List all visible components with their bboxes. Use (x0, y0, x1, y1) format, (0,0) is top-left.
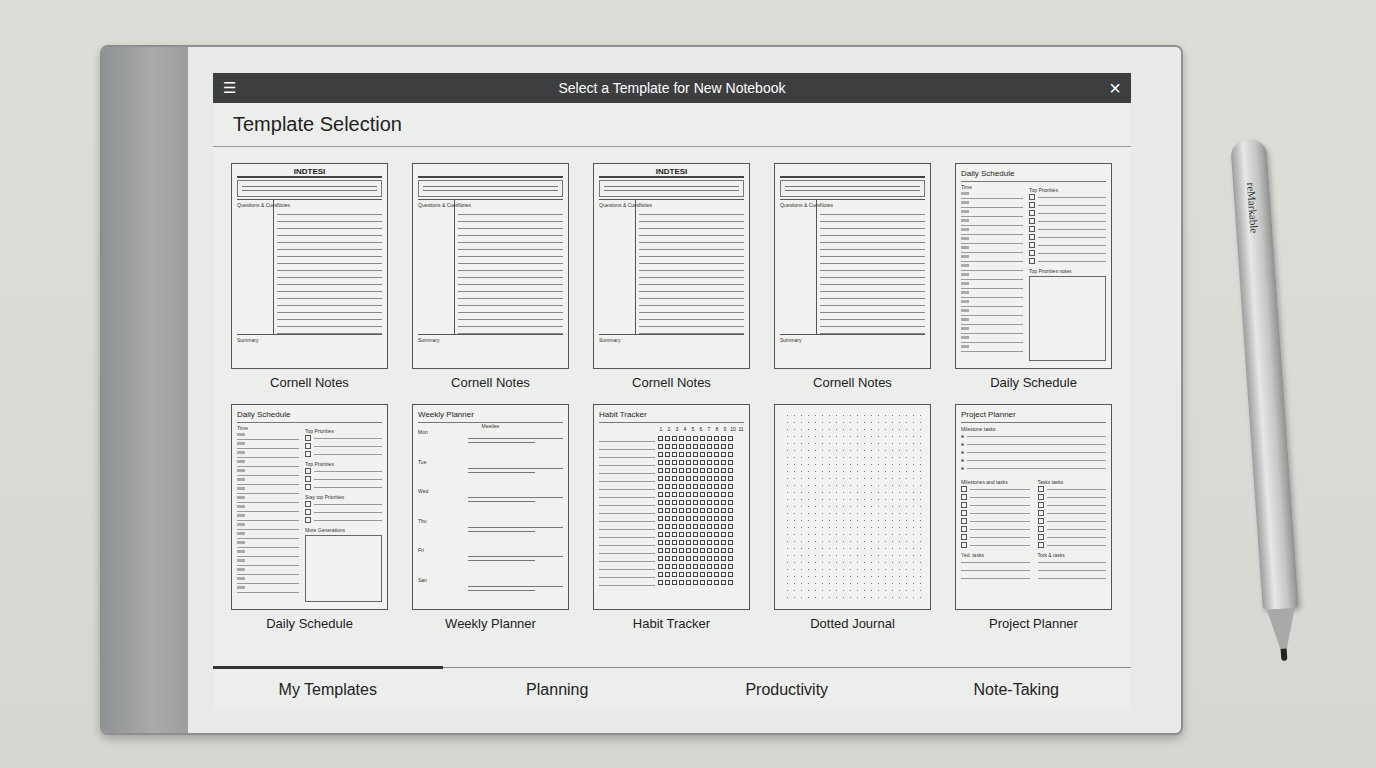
template-card[interactable]: Questions & Cues Notes Summary Cornell N… (774, 163, 931, 398)
thumb-title: Habit Tracker (599, 408, 744, 423)
template-thumbnail: Daily Schedule Time Top Priorities Top P… (231, 404, 388, 610)
template-thumbnail: Project Planner Milestone tasks Mileston… (955, 404, 1112, 610)
template-card[interactable]: INDTESI Questions & Cues Notes Summary C… (593, 163, 750, 398)
heading: Template Selection (213, 103, 1131, 147)
section-label: Milestone tasks (961, 426, 1106, 432)
template-thumbnail (774, 404, 931, 610)
template-thumbnail: Habit Tracker 1234567891011 (593, 404, 750, 610)
thumb-title: Weekly Planner (418, 408, 563, 423)
template-label: Habit Tracker (633, 610, 710, 639)
weekday-row: Fri (418, 547, 563, 577)
cornell-header: INDTESI (599, 167, 744, 200)
template-thumbnail: INDTESI Questions & Cues Notes Summary (593, 163, 750, 369)
template-label: Daily Schedule (990, 369, 1077, 398)
cornell-title: INDTESI (237, 167, 382, 178)
section-label: Top Priorities (305, 428, 382, 434)
template-card[interactable]: Daily Schedule Time Top Priorities Top P… (955, 163, 1112, 398)
summary-label: Summary (418, 337, 563, 343)
day-number: 8 (714, 426, 720, 434)
template-card[interactable]: Project Planner Milestone tasks Mileston… (955, 404, 1112, 639)
day-number: 3 (674, 426, 680, 434)
close-icon[interactable]: × (1101, 77, 1121, 100)
day-number: 1 (658, 426, 664, 434)
category-tab[interactable]: Note-Taking (902, 666, 1132, 709)
day-number: 5 (690, 426, 696, 434)
template-card[interactable]: Questions & Cues Notes Summary Cornell N… (412, 163, 569, 398)
weekday-row: San (418, 577, 563, 607)
template-label: Project Planner (989, 610, 1078, 639)
thumb-subtitle: Meetlee (418, 423, 563, 429)
template-label: Weekly Planner (445, 610, 536, 639)
cue-label: Questions & Cues (599, 202, 635, 208)
content: Template Selection INDTESI Questions & C… (213, 103, 1131, 667)
thumb-title: Project Planner (961, 408, 1106, 423)
template-thumbnail: INDTESI Questions & Cues Notes Summary (231, 163, 388, 369)
summary-label: Summary (599, 337, 744, 343)
thumb-title: Daily Schedule (237, 408, 382, 423)
weekday-row: Wed (418, 488, 563, 518)
section-label: Top Priorities (305, 461, 382, 467)
template-thumbnail: Daily Schedule Time Top Priorities Top P… (955, 163, 1112, 369)
day-number: 11 (738, 426, 744, 434)
template-thumbnail: Weekly Planner Meetlee Mon Tue Wed Thu F… (412, 404, 569, 610)
cue-label: Questions & Cues (237, 202, 273, 208)
tablet: ☰ Select a Template for New Notebook × T… (100, 45, 1183, 735)
thumb-title: Daily Schedule (961, 167, 1106, 182)
day-number: 7 (706, 426, 712, 434)
template-label: Dotted Journal (810, 610, 895, 639)
template-label: Cornell Notes (632, 369, 711, 398)
template-thumbnail: Questions & Cues Notes Summary (774, 163, 931, 369)
template-card[interactable]: Habit Tracker 1234567891011 Habit Tracke… (593, 404, 750, 639)
template-card[interactable]: INDTESI Questions & Cues Notes Summary C… (231, 163, 388, 398)
template-grid: INDTESI Questions & Cues Notes Summary C… (213, 147, 1131, 639)
day-number: 4 (682, 426, 688, 434)
weekday-row: Mon (418, 429, 563, 459)
title-bar: ☰ Select a Template for New Notebook × (213, 73, 1131, 103)
window-title: Select a Template for New Notebook (243, 80, 1101, 96)
tablet-spine (102, 47, 188, 733)
summary-label: Summary (237, 337, 382, 343)
template-label: Cornell Notes (813, 369, 892, 398)
cornell-header: INDTESI (237, 167, 382, 200)
menu-icon[interactable]: ☰ (223, 79, 243, 97)
weekday-row: Thu (418, 518, 563, 548)
section-label: Top Priorities (1029, 187, 1106, 193)
section-label: More Generations (305, 527, 382, 533)
section-label: Stay top Priorities (305, 494, 382, 500)
template-label: Cornell Notes (451, 369, 530, 398)
section-label: Tork & tasks (1038, 552, 1107, 558)
day-number: 2 (666, 426, 672, 434)
template-card[interactable]: Weekly Planner Meetlee Mon Tue Wed Thu F… (412, 404, 569, 639)
category-tab[interactable]: My Templates (213, 666, 443, 709)
category-tab[interactable]: Productivity (672, 666, 902, 709)
section-label: Milestones and tasks (961, 479, 1030, 485)
cue-label: Questions & Cues (780, 202, 816, 208)
dot-grid (784, 412, 921, 602)
section-label: Tasks tasks (1038, 479, 1107, 485)
weekday-row: Tue (418, 459, 563, 489)
day-number: 10 (730, 426, 736, 434)
stylus[interactable]: reMarkable (1230, 139, 1299, 610)
stylus-tip (1267, 608, 1299, 662)
screen: ☰ Select a Template for New Notebook × T… (188, 47, 1181, 733)
section-label: Yed. tasks (961, 552, 1030, 558)
summary-label: Summary (780, 337, 925, 343)
stylus-brand: reMarkable (1245, 182, 1261, 233)
day-number: 6 (698, 426, 704, 434)
cue-label: Questions & Cues (418, 202, 454, 208)
cornell-header (780, 167, 925, 200)
template-thumbnail: Questions & Cues Notes Summary (412, 163, 569, 369)
day-number: 9 (722, 426, 728, 434)
template-card[interactable]: Dotted Journal (774, 404, 931, 639)
template-card[interactable]: Daily Schedule Time Top Priorities Top P… (231, 404, 388, 639)
scene: ☰ Select a Template for New Notebook × T… (0, 0, 1376, 768)
section-label: Top Priorities notes (1029, 268, 1106, 274)
template-label: Cornell Notes (270, 369, 349, 398)
category-tabs: My TemplatesPlanningProductivityNote-Tak… (213, 667, 1131, 709)
cornell-header (418, 167, 563, 200)
category-tab[interactable]: Planning (443, 666, 673, 709)
cornell-title: INDTESI (599, 167, 744, 178)
template-label: Daily Schedule (266, 610, 353, 639)
